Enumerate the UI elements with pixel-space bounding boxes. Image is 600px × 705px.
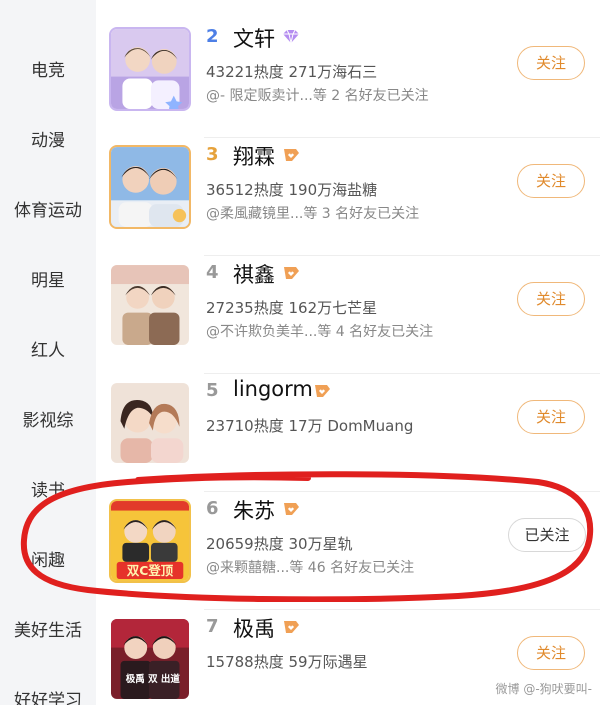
sidebar-item-stars[interactable]: 明星 [0,266,96,291]
avatar[interactable]: 极禹 双 出道 [109,617,191,701]
follow-button[interactable]: 关注 [517,400,585,434]
friends-followed: @不许欺负美羊...等 4 名好友已关注 [206,324,434,340]
topic-name[interactable]: 祺鑫 [233,259,275,289]
watermark: 微博 @-狗吠要叫- [495,682,592,696]
topic-name[interactable]: lingorm [233,377,313,401]
heat-stats: 43221热度 271万海石三 [206,63,378,81]
heat-stats: 15788热度 59万际遇星 [206,653,368,671]
sidebar-item-study[interactable]: 好好学习 [0,686,96,705]
heart-badge-icon [281,265,301,280]
topic-name[interactable]: 翔霖 [233,141,275,171]
thumb-caption: 双C登顶 [127,563,174,578]
sidebar-item-reading[interactable]: 读书 [0,476,96,501]
topic-name[interactable]: 朱苏 [233,495,275,525]
topic-name[interactable]: 极禹 [233,613,275,643]
followed-button[interactable]: 已关注 [508,518,586,552]
topic-name[interactable]: 文轩 [233,23,275,53]
avatar[interactable] [109,145,191,229]
heart-badge-icon [281,619,301,634]
rank-number: 2 [206,26,219,47]
sidebar-item-good-life[interactable]: 美好生活 [0,616,96,641]
avatar[interactable] [109,381,191,465]
rank-number: 3 [206,144,219,165]
heat-stats: 36512热度 190万海盐糖 [206,181,378,199]
rank-number: 6 [206,498,219,519]
diamond-badge-icon [281,29,301,44]
heat-stats: 23710热度 17万 DomMuang [206,417,414,435]
follow-button[interactable]: 关注 [517,282,585,316]
heat-stats: 20659热度 30万星轨 [206,535,353,553]
thumb-caption: 极禹 双 出道 [126,673,181,685]
heart-badge-icon [312,383,332,398]
follow-button[interactable]: 关注 [517,46,585,80]
sidebar-item-sports[interactable]: 体育运动 [0,196,96,221]
list-item[interactable]: 4 祺鑫 27235热度 162万七芒星 @不许欺负美羊...等 4 名好友已关… [96,256,600,374]
category-sidebar: 电竞 动漫 体育运动 明星 红人 影视综 读书 闲趣 美好生活 好好学习 [0,0,96,705]
sidebar-item-leisure[interactable]: 闲趣 [0,546,96,571]
friends-followed: @柔風藏镜里...等 3 名好友已关注 [206,206,420,222]
sidebar-item-esports[interactable]: 电竞 [0,56,96,81]
sidebar-item-variety[interactable]: 影视综 [0,406,96,431]
heat-stats: 27235热度 162万七芒星 [206,299,378,317]
follow-button[interactable]: 关注 [517,636,585,670]
sidebar-item-anime[interactable]: 动漫 [0,126,96,151]
follow-button[interactable]: 关注 [517,164,585,198]
list-item[interactable]: 5 lingorm 23710热度 17万 DomMuang 关注 [96,374,600,492]
rank-number: 5 [206,380,219,401]
list-item[interactable]: 2 文轩 43221热度 271万海石三 @- 限定贩卖计...等 2 名好友已… [96,20,600,138]
friends-followed: @- 限定贩卖计...等 2 名好友已关注 [206,88,429,104]
supertopic-ranking-list: 2 文轩 43221热度 271万海石三 @- 限定贩卖计...等 2 名好友已… [96,0,600,705]
rank-number: 7 [206,616,219,637]
list-item[interactable]: 双C登顶 6 朱苏 20659热度 30万星轨 @来颗囍糖...等 46 名好友… [96,492,600,610]
heart-badge-icon [281,147,301,162]
avatar[interactable]: 双C登顶 [109,499,191,583]
sidebar-item-influencers[interactable]: 红人 [0,336,96,361]
rank-number: 4 [206,262,219,283]
list-item[interactable]: 3 翔霖 36512热度 190万海盐糖 @柔風藏镜里...等 3 名好友已关注… [96,138,600,256]
friends-followed: @来颗囍糖...等 46 名好友已关注 [206,560,415,576]
heart-badge-icon [281,501,301,516]
avatar[interactable] [109,27,191,111]
avatar[interactable] [109,263,191,347]
